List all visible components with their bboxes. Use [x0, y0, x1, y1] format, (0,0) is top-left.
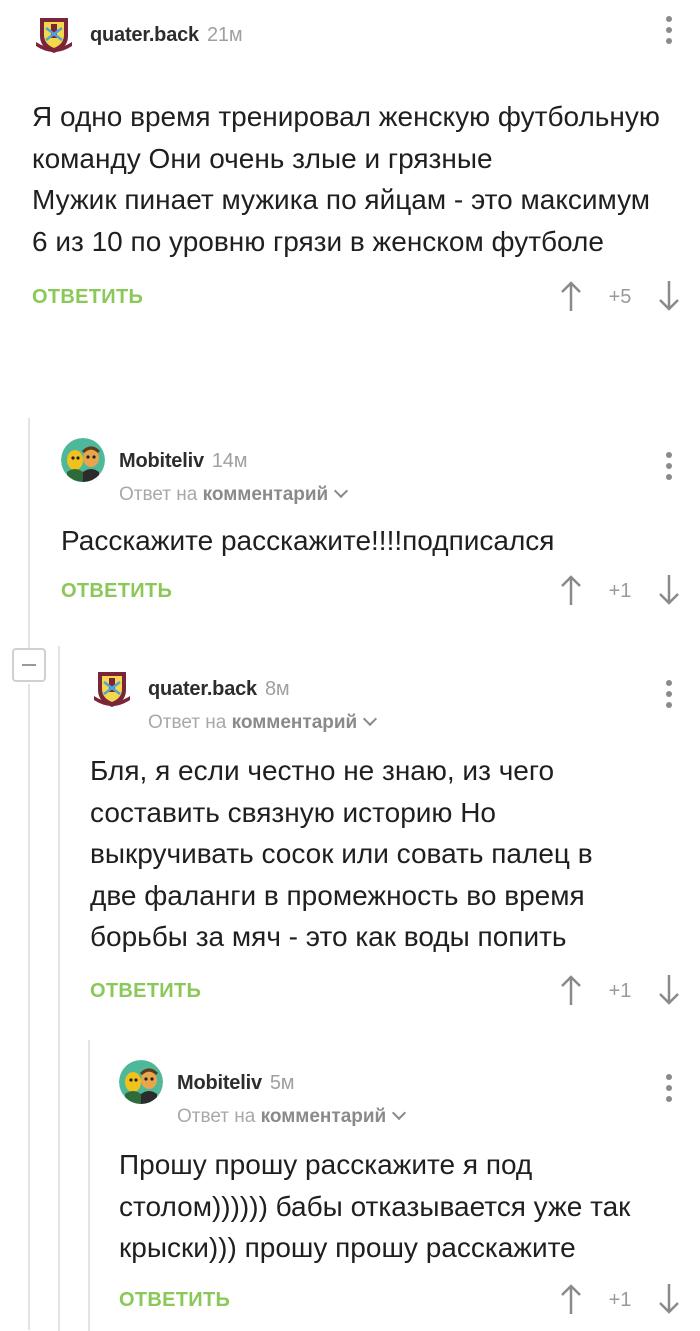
more-options-icon[interactable]: [664, 680, 674, 712]
comment-score: +1: [608, 979, 632, 1002]
chevron-down-icon: [392, 1105, 407, 1121]
comment-text: Расскажите расскажите!!!!подписался: [61, 525, 555, 556]
vote-controls: +5: [560, 278, 680, 314]
more-options-icon[interactable]: [664, 1074, 674, 1106]
chevron-down-icon: [334, 483, 349, 499]
more-options-icon[interactable]: [664, 452, 674, 484]
comment-author[interactable]: Mobiteliv 5м: [177, 1072, 295, 1095]
comment-actions: ОТВЕТИТЬ +1: [61, 572, 700, 612]
reply-to-link[interactable]: Ответ на комментарий: [119, 483, 349, 506]
reply-to-link[interactable]: Ответ на комментарий: [148, 711, 378, 734]
cartoon-characters-icon[interactable]: [119, 1060, 163, 1104]
comment-actions: ОТВЕТИТЬ +1: [90, 972, 700, 1012]
comment: Mobiteliv 5м Ответ на комментарий Прошу п…: [119, 1060, 700, 1321]
cartoon-characters-icon[interactable]: [61, 438, 105, 482]
comment: Mobiteliv 14м Ответ на комментарий Расска…: [61, 438, 700, 612]
reply-button[interactable]: ОТВЕТИТЬ: [32, 286, 143, 309]
comment-author[interactable]: Mobiteliv 14м: [119, 450, 247, 473]
reply-button[interactable]: ОТВЕТИТЬ: [119, 1289, 230, 1312]
downvote-icon[interactable]: [658, 1283, 680, 1315]
comment: quater.back 21м Я одно время тренировал ж…: [32, 12, 700, 318]
comment-score: +1: [608, 1288, 632, 1311]
vote-controls: +1: [560, 972, 680, 1008]
comment-header: quater.back 8м Ответ на комментарий: [90, 666, 700, 736]
upvote-icon[interactable]: [560, 974, 582, 1006]
upvote-icon[interactable]: [560, 574, 582, 606]
comment-actions: ОТВЕТИТЬ +5: [32, 278, 700, 318]
vote-controls: +1: [560, 1281, 680, 1317]
thread-line: [28, 418, 30, 650]
comment-author[interactable]: quater.back 8м: [148, 678, 290, 701]
comment-text: Прошу прошу расскажите я под столом)))))…: [119, 1149, 631, 1263]
reply-to-link[interactable]: Ответ на комментарий: [177, 1105, 407, 1128]
comment-time: 14м: [211, 450, 248, 472]
comment-time: 8м: [264, 678, 290, 700]
thread-line: [88, 1040, 90, 1331]
comment: quater.back 8м Ответ на комментарий Бля, …: [90, 666, 700, 1012]
chevron-down-icon: [363, 711, 378, 727]
west-ham-crest-icon[interactable]: [32, 12, 76, 56]
comment-header: Mobiteliv 5м Ответ на комментарий: [119, 1060, 700, 1130]
thread-line: [58, 646, 60, 1331]
comment-text: Бля, я если честно не знаю, из чего сост…: [90, 755, 593, 952]
comment-author[interactable]: quater.back 21м: [90, 24, 243, 47]
reply-button[interactable]: ОТВЕТИТЬ: [61, 580, 172, 603]
comment-time: 21м: [206, 24, 243, 46]
thread-line: [28, 684, 30, 1330]
comment-header: Mobiteliv 14м Ответ на комментарий: [61, 438, 700, 508]
reply-button[interactable]: ОТВЕТИТЬ: [90, 980, 201, 1003]
comment-score: +5: [608, 286, 632, 308]
downvote-icon[interactable]: [658, 574, 680, 606]
west-ham-crest-icon[interactable]: [90, 666, 134, 710]
upvote-icon[interactable]: [560, 1283, 582, 1315]
comment-header: quater.back 21м: [32, 12, 700, 82]
comment-time: 5м: [269, 1072, 295, 1094]
downvote-icon[interactable]: [658, 974, 680, 1006]
upvote-icon[interactable]: [560, 280, 582, 312]
collapse-thread-button[interactable]: [12, 648, 46, 682]
more-options-icon[interactable]: [664, 16, 674, 48]
comment-score: +1: [608, 579, 632, 602]
comment-text: Я одно время тренировал женскую футбольн…: [32, 101, 660, 257]
comment-actions: ОТВЕТИТЬ +1: [119, 1281, 700, 1321]
downvote-icon[interactable]: [658, 280, 680, 312]
vote-controls: +1: [560, 572, 680, 608]
